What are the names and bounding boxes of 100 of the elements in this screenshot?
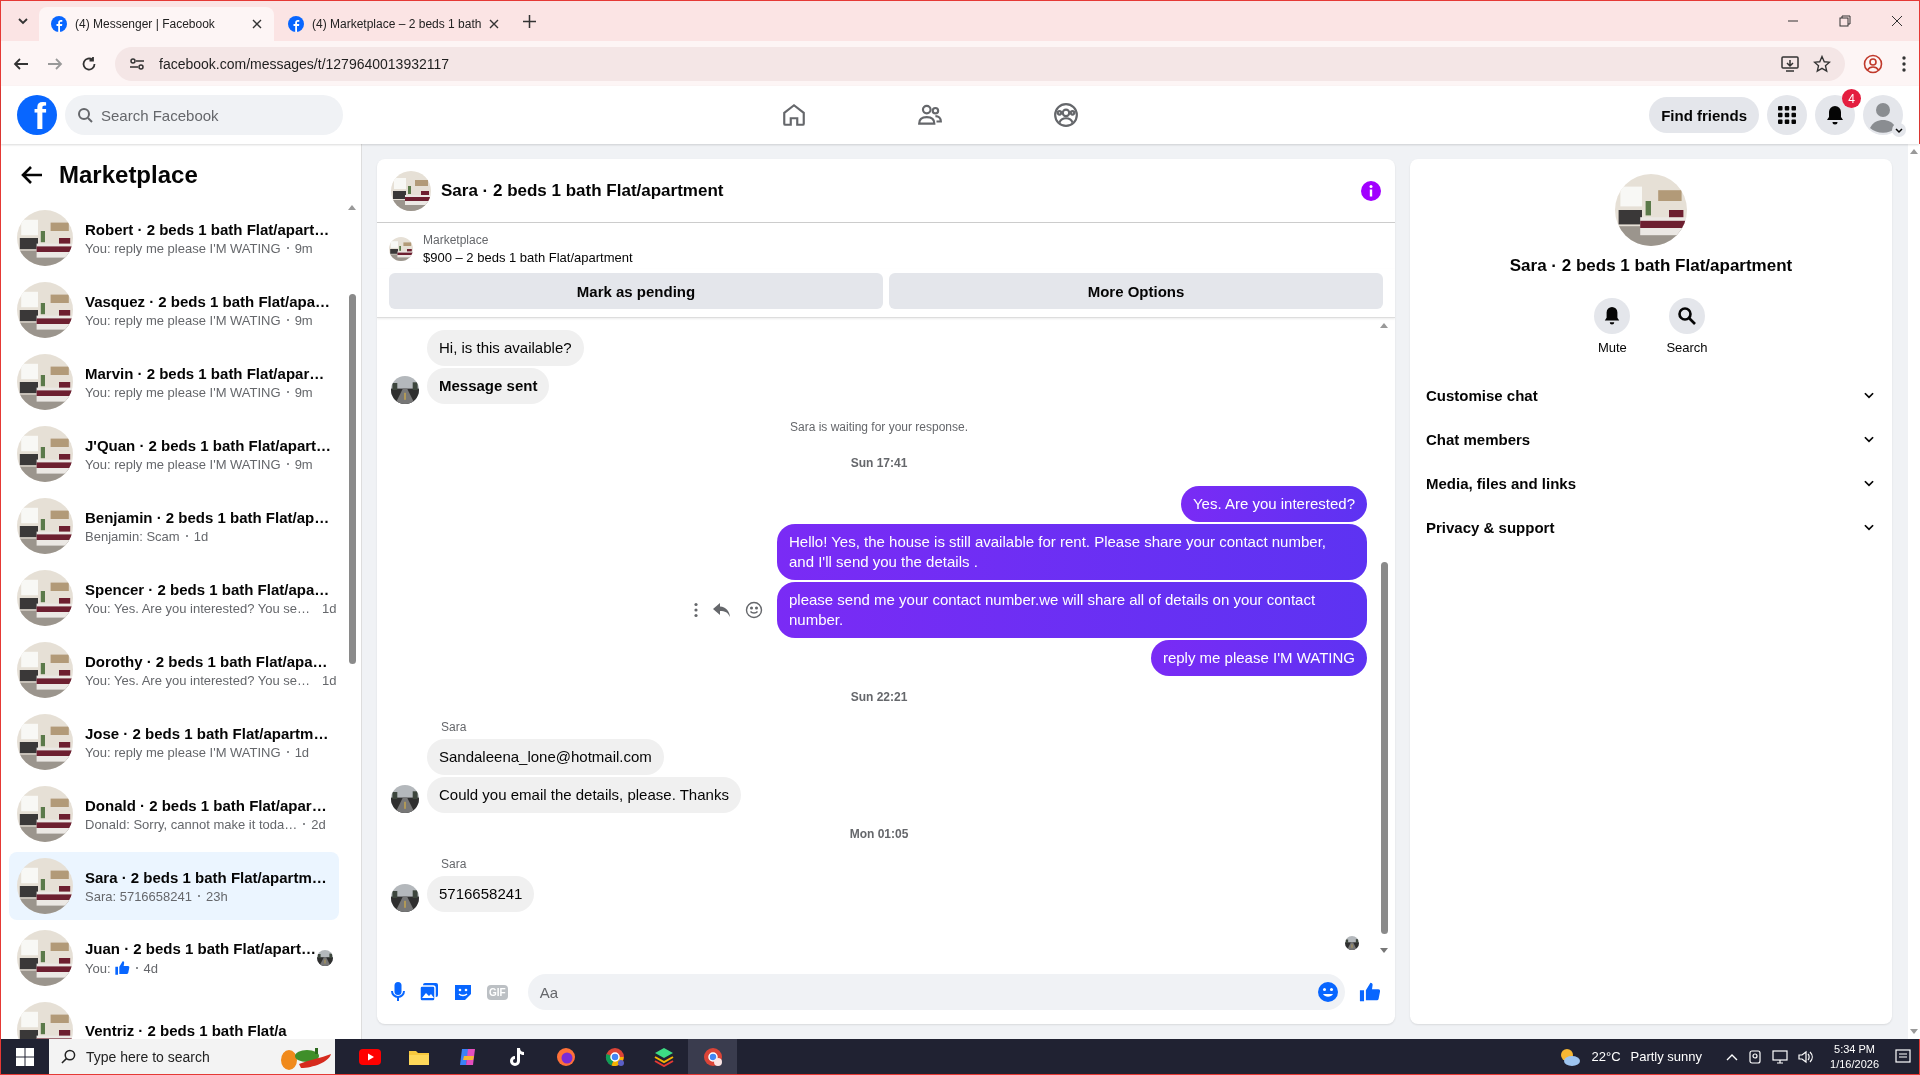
favicon-icon: [288, 16, 304, 32]
clock[interactable]: 5:34 PM 1/16/2026: [1830, 1041, 1879, 1072]
bell-icon: [1825, 105, 1845, 125]
back-icon[interactable]: [21, 165, 43, 185]
message-time: 1d: [193, 528, 209, 544]
conversation-item[interactable]: Donald · 2 beds 1 bath Flat/apar… Donald: Sorry, cannot make it toda… 2d: [9, 780, 339, 848]
profile-icon[interactable]: [1863, 53, 1883, 74]
conversation-item[interactable]: Vasquez · 2 beds 1 bath Flat/apa… You: reply me please I'M WATING 9m: [9, 276, 339, 344]
conversation-item[interactable]: J'Quan · 2 beds 1 bath Flat/apart… You: reply me please I'M WATING 9m: [9, 420, 339, 488]
microphone-icon[interactable]: [391, 982, 405, 1002]
conversation-item[interactable]: Robert · 2 beds 1 bath Flat/apart… You: reply me please I'M WATING 9m: [9, 204, 339, 272]
message-bubble: Hello! Yes, the house is still available for rent. Please share your contact number, and I'll send you the details .: [777, 524, 1367, 580]
conversation-item[interactable]: Sara · 2 beds 1 bath Flat/apartm… Sara: 5716658241 23h: [9, 852, 339, 920]
site-settings-icon[interactable]: [129, 55, 145, 72]
message-time: 4d: [143, 960, 159, 976]
conversation-name: Sara · 2 beds 1 bath Flat/apartment: [1509, 256, 1793, 276]
section-row[interactable]: Chat members: [1426, 417, 1876, 461]
forward-icon[interactable]: [47, 55, 63, 72]
find-friends-button[interactable]: Find friends: [1649, 97, 1759, 133]
close-icon[interactable]: [252, 19, 262, 29]
message-time: 1d: [322, 600, 337, 616]
volume-icon[interactable]: [1798, 1049, 1815, 1064]
tab-list-icon[interactable]: [17, 15, 29, 27]
restore-icon[interactable]: [1839, 15, 1851, 27]
search-icon: [1677, 306, 1697, 326]
network-icon[interactable]: [1772, 1049, 1789, 1064]
emoji-icon[interactable]: [1317, 981, 1339, 1003]
timestamp: Sun 22:21: [850, 690, 908, 704]
scroll-down-icon[interactable]: [1910, 1029, 1918, 1035]
conversation-item[interactable]: Juan · 2 beds 1 bath Flat/apart… You: 4d: [9, 924, 339, 992]
conversation-title: Dorothy · 2 beds 1 bath Flat/apa…: [85, 652, 329, 670]
grid-icon: [1777, 105, 1797, 125]
notification-icon[interactable]: [1895, 1048, 1911, 1065]
message-time: 9m: [294, 312, 313, 328]
chevron-icon[interactable]: [1726, 1052, 1739, 1061]
address-bar[interactable]: facebook.com/messages/t/1279640013932117: [115, 46, 1845, 81]
info-icon[interactable]: [1361, 180, 1381, 201]
message-time: 9m: [294, 240, 313, 256]
close-icon[interactable]: [489, 19, 499, 29]
conversation-item[interactable]: Marvin · 2 beds 1 bath Flat/apar… You: reply me please I'M WATING 9m: [9, 348, 339, 416]
browser-icon[interactable]: [688, 1039, 737, 1074]
menu-button[interactable]: [1767, 95, 1807, 135]
message-preview: You: reply me please I'M WATING: [85, 456, 281, 472]
message-preview: You: Yes. Are you interested? You se…: [85, 600, 311, 616]
friends-icon[interactable]: [917, 102, 943, 128]
photo-icon[interactable]: [419, 982, 439, 1002]
install-icon[interactable]: [1781, 55, 1799, 72]
star-icon[interactable]: [1813, 54, 1831, 73]
message-preview: Sara: 5716658241: [85, 888, 192, 904]
windows-icon[interactable]: [16, 1047, 34, 1066]
notifications-button[interactable]: [1815, 95, 1855, 135]
browser-tab[interactable]: (4) Marketplace – 2 beds 1 bath: [276, 7, 511, 41]
more-icon[interactable]: [693, 602, 699, 618]
search-field[interactable]: Search Facebook: [65, 95, 343, 135]
section-row[interactable]: Privacy & support: [1426, 505, 1876, 549]
camera-icon[interactable]: [1748, 1049, 1763, 1064]
message-field[interactable]: Aa: [527, 974, 1345, 1010]
mute-button[interactable]: [1594, 298, 1631, 334]
listing-label: Marketplace: [423, 233, 490, 247]
scroll-up-icon[interactable]: [348, 204, 356, 210]
conversation-item[interactable]: Jose · 2 beds 1 bath Flat/apartm… You: reply me please I'M WATING 1d: [9, 708, 339, 776]
reload-icon[interactable]: [81, 55, 97, 72]
action-button[interactable]: More Options: [889, 273, 1383, 309]
scroll-up-icon[interactable]: [1910, 148, 1918, 154]
conversation-title: Donald · 2 beds 1 bath Flat/apar…: [85, 796, 328, 814]
message-bubble: Message sent: [427, 368, 550, 404]
search-button[interactable]: [1669, 298, 1705, 334]
message-bubble: Yes. Are you interested?: [1180, 486, 1367, 522]
search-icon: [61, 1049, 76, 1064]
back-icon[interactable]: [13, 55, 29, 72]
browser-tab[interactable]: (4) Messenger | Facebook: [39, 7, 274, 41]
sticker-icon[interactable]: [453, 982, 473, 1002]
new-tab-icon[interactable]: [523, 14, 536, 28]
more-icon[interactable]: [1901, 54, 1907, 73]
account-button[interactable]: [1863, 95, 1903, 135]
close-icon[interactable]: [1891, 15, 1903, 27]
taskbar-search[interactable]: Type here to search: [49, 1039, 335, 1074]
message-time: 1d: [294, 744, 310, 760]
scroll-down-icon[interactable]: [1380, 948, 1388, 954]
emoji-icon[interactable]: [745, 601, 763, 619]
thumbs-up-icon[interactable]: [1359, 981, 1381, 1003]
conversation-title: Spencer · 2 beds 1 bath Flat/apa…: [85, 580, 331, 598]
section-row[interactable]: Customise chat: [1426, 373, 1876, 417]
message-preview: You: reply me please I'M WATING: [85, 384, 281, 400]
conversation-item[interactable]: Spencer · 2 beds 1 bath Flat/apa… You: Yes. Are you interested? You se… 1d: [9, 564, 339, 632]
groups-icon[interactable]: [1053, 102, 1079, 128]
home-icon[interactable]: [781, 102, 807, 128]
section-row[interactable]: Media, files and links: [1426, 461, 1876, 505]
conversation-title: Vasquez · 2 beds 1 bath Flat/apa…: [85, 292, 331, 310]
action-button[interactable]: Mark as pending: [389, 273, 883, 309]
message-preview: Benjamin: Scam: [85, 528, 180, 544]
message-preview: You: Yes. Are you interested? You se…: [85, 672, 311, 688]
conversation-item[interactable]: Benjamin · 2 beds 1 bath Flat/ap… Benjamin: Scam 1d: [9, 492, 339, 560]
conversation-item[interactable]: Dorothy · 2 beds 1 bath Flat/apa… You: Yes. Are you interested? You se… 1d: [9, 636, 339, 704]
message-bubble: Hi, is this available?: [427, 330, 584, 366]
reply-icon[interactable]: [713, 602, 731, 618]
scroll-up-icon[interactable]: [1380, 322, 1388, 328]
facebook-logo[interactable]: f: [17, 95, 57, 135]
temperature: 22°C: [1591, 1049, 1621, 1064]
message-bubble: please send me your contact number.we will share all of details on your contact number.: [777, 582, 1367, 638]
